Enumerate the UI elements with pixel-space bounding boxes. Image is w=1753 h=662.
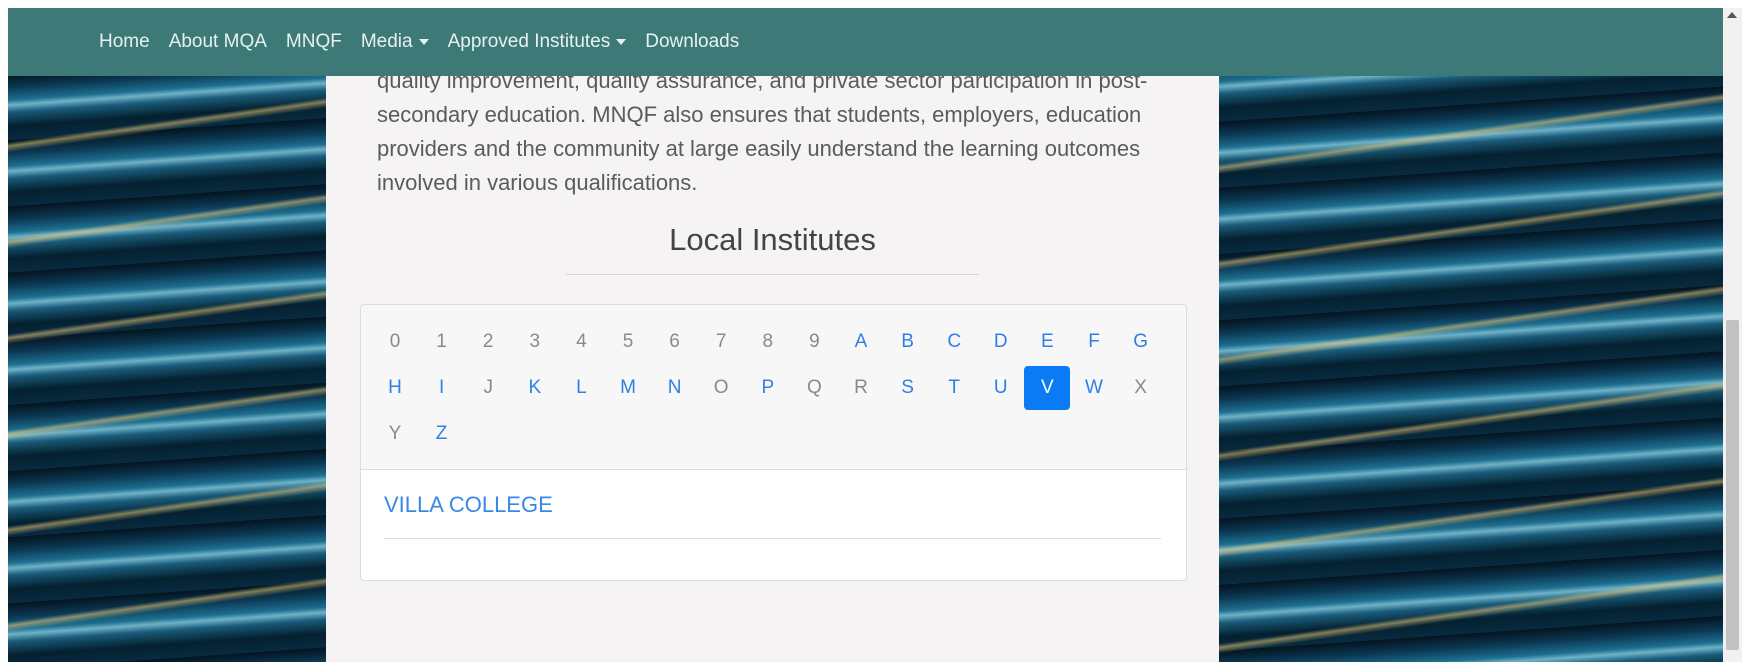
list-divider: [384, 538, 1161, 539]
letter-filter-c[interactable]: C: [931, 320, 977, 364]
letter-filter-4: 4: [576, 331, 587, 352]
title-divider: [566, 274, 979, 275]
intro-line: secondary education. MNQF also ensures t…: [377, 102, 1142, 127]
scroll-up-arrow-icon[interactable]: [1727, 12, 1737, 18]
intro-text: quality improvement, quality assurance, …: [377, 64, 1177, 200]
letter-filter-y: Y: [388, 423, 402, 444]
letter-filter-8: 8: [762, 331, 774, 352]
letter-filter-j: J: [483, 377, 493, 398]
letter-filter-b[interactable]: B: [885, 320, 931, 364]
letter-filter-e[interactable]: E: [1024, 320, 1070, 364]
caret-down-icon: [418, 39, 429, 45]
letter-filter-h[interactable]: H: [372, 366, 418, 410]
page-viewport: Home About MQA MNQF Media Approved Insti…: [8, 8, 1723, 662]
letter-filter-r: R: [854, 377, 868, 398]
letter-filter-g[interactable]: G: [1118, 320, 1164, 364]
letter-filter-d[interactable]: D: [978, 320, 1024, 364]
nav-mnqf-label: MNQF: [285, 31, 342, 52]
letter-filter-q: Q: [807, 377, 822, 398]
letter-filter-u[interactable]: U: [978, 366, 1024, 410]
letter-filter-v[interactable]: V: [1024, 366, 1071, 410]
intro-line: providers and the community at large eas…: [377, 136, 1141, 161]
section-title: Local Institutes: [669, 222, 876, 257]
nav-mnqf[interactable]: MNQF: [286, 31, 342, 53]
top-navbar: Home About MQA MNQF Media Approved Insti…: [8, 8, 1723, 76]
letter-filter-5: 5: [622, 331, 634, 352]
letter-filter-m[interactable]: M: [605, 366, 651, 410]
institutes-list: VILLA COLLEGE: [361, 470, 1186, 580]
letter-filter-o: O: [713, 377, 729, 398]
letter-filter-n[interactable]: N: [652, 366, 698, 410]
nav-media-dropdown[interactable]: Media: [361, 31, 429, 53]
letter-filter-s[interactable]: S: [885, 366, 931, 410]
nav-downloads[interactable]: Downloads: [645, 31, 739, 53]
letter-filter-k[interactable]: K: [512, 366, 558, 410]
nav-about-mqa[interactable]: About MQA: [169, 31, 267, 53]
letter-filter-7: 7: [715, 331, 727, 352]
institutes-card: 0 1 2 3 4 5 6 7 8 9ABCDEFG HIJKLMNOPQ RSTUVWX YZ VIL…: [360, 304, 1187, 581]
letter-filter-z[interactable]: Z: [419, 412, 465, 456]
letter-filter-9: 9: [809, 331, 820, 352]
letter-filter-p[interactable]: P: [745, 366, 791, 410]
letter-filter-3: 3: [529, 331, 541, 352]
letter-filter-x: X: [1134, 377, 1147, 398]
intro-line: involved in various qualifications.: [377, 170, 698, 195]
main-content-panel: quality improvement, quality assurance, …: [326, 8, 1219, 662]
letter-filter-l[interactable]: L: [558, 366, 604, 410]
letter-filter-a[interactable]: A: [838, 320, 884, 364]
nav-media-label: Media: [360, 31, 413, 52]
nav-list: Home About MQA MNQF Media Approved Insti…: [99, 8, 758, 76]
letter-filter-f[interactable]: F: [1071, 320, 1117, 364]
letter-filter-2: 2: [482, 331, 494, 352]
letter-filter-i[interactable]: I: [419, 366, 465, 410]
institute-link-villa-college[interactable]: VILLA COLLEGE: [384, 492, 553, 518]
letter-filter-0: 0: [389, 331, 401, 352]
nav-home[interactable]: Home: [99, 31, 150, 53]
nav-home-label: Home: [99, 31, 150, 52]
scrollbar-thumb[interactable]: [1726, 320, 1739, 650]
vertical-scrollbar[interactable]: [1723, 8, 1742, 662]
nav-downloads-label: Downloads: [645, 31, 740, 52]
alphabet-filter: 0 1 2 3 4 5 6 7 8 9ABCDEFG HIJKLMNOPQ RSTUVWX YZ: [361, 305, 1186, 470]
nav-approved-institutes-dropdown[interactable]: Approved Institutes: [448, 31, 627, 53]
caret-down-icon: [616, 39, 627, 45]
letter-filter-6: 6: [669, 331, 680, 352]
nav-approved-institutes-label: Approved Institutes: [447, 31, 611, 52]
letter-filter-t[interactable]: T: [931, 366, 977, 410]
letter-filter-w[interactable]: W: [1071, 366, 1117, 410]
nav-about-mqa-label: About MQA: [168, 31, 267, 52]
letter-filter-1: 1: [436, 331, 447, 352]
